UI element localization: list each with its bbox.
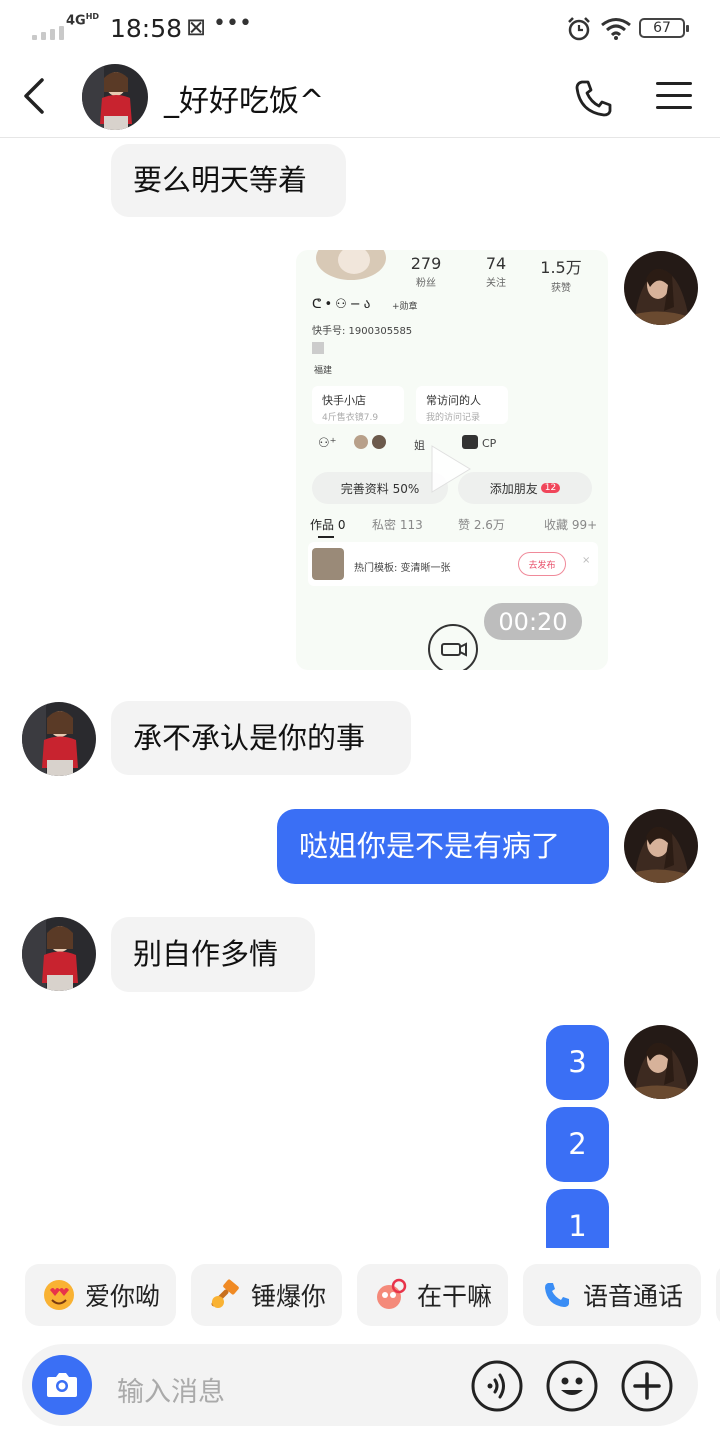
message-input-bar: 输入消息 xyxy=(22,1344,698,1426)
video-camera-icon xyxy=(428,624,478,670)
preview-shop-card: 快手小店 4斤售衣镜7.9 xyxy=(312,386,404,424)
preview-add-friend: 添加朋友 12 xyxy=(458,472,592,504)
preview-tab: 私密 113 xyxy=(372,518,423,532)
my-avatar[interactable] xyxy=(624,809,698,883)
quick-reply-label: 锤爆你 xyxy=(251,1282,327,1311)
preview-stat: 1.5万 获赞 xyxy=(540,258,582,294)
preview-stat: 74 关注 xyxy=(485,254,507,289)
play-icon[interactable] xyxy=(422,442,476,496)
quick-reply-hammer[interactable]: 锤爆你 xyxy=(191,1264,342,1326)
status-bar: 4GHD 18:58 ⊠ ••• 67 xyxy=(0,0,720,56)
quick-reply-label: 在干嘛 xyxy=(417,1282,493,1311)
preview-stat: 279 粉丝 xyxy=(410,254,442,289)
chat-header: _好好吃饭^ xyxy=(0,56,720,138)
preview-tab-indicator xyxy=(318,536,334,538)
preview-template-text: 热门模板: 变清晰一张 xyxy=(354,563,451,574)
clock: 18:58 xyxy=(110,14,183,43)
emoji-icon[interactable] xyxy=(545,1359,599,1413)
voice-call-icon[interactable] xyxy=(572,76,616,120)
quick-reply-label: 语音通话 xyxy=(583,1282,684,1311)
preview-thumb-icon xyxy=(312,342,324,354)
preview-friend-avatar xyxy=(372,435,386,449)
contact-avatar[interactable] xyxy=(82,64,148,130)
camera-icon xyxy=(47,1373,77,1397)
message-list[interactable]: 要么明天等着 279 粉丝 74 关注 1.5万 获赞 ᕦ•⚇−ა +勋章 快手号: … xyxy=(0,138,720,1248)
battery-indicator: 67 xyxy=(639,18,689,38)
camera-button[interactable] xyxy=(32,1355,92,1415)
message-bubble-incoming[interactable]: 别自作多情 xyxy=(111,917,315,992)
alarm-icon xyxy=(568,17,590,41)
message-bubble-outgoing[interactable]: 2 xyxy=(546,1107,609,1182)
preview-close-icon: × xyxy=(582,555,591,566)
message-bubble-outgoing[interactable]: 1 xyxy=(546,1189,609,1248)
heart-eyes-emoji-icon xyxy=(41,1277,77,1313)
phone-icon xyxy=(539,1277,575,1313)
preview-tab: 收藏 99+ xyxy=(544,518,598,532)
back-arrow-icon[interactable] xyxy=(14,72,54,120)
quick-reply-label: 爱你呦 xyxy=(85,1282,161,1311)
preview-add-user-icon: ⚇⁺ xyxy=(318,436,337,451)
profile-photo-thumbnail xyxy=(316,250,386,280)
wifi-icon xyxy=(601,18,631,40)
preview-tab: 赞 2.6万 xyxy=(458,518,505,532)
preview-template-thumb xyxy=(312,548,344,580)
hammer-emoji-icon xyxy=(207,1277,243,1313)
quick-reply-bar: 爱你呦 锤爆你 在干嘛 语音通话 xyxy=(0,1262,720,1330)
preview-friend-avatar xyxy=(354,435,368,449)
more-notifications-icon: ••• xyxy=(213,11,252,36)
add-attachment-icon[interactable] xyxy=(620,1359,674,1413)
voice-input-icon[interactable] xyxy=(470,1359,524,1413)
preview-id: 快手号: 1900305585 xyxy=(312,326,413,337)
preview-publish-button: 去发布 xyxy=(518,552,566,576)
quick-reply-whatsup[interactable]: 在干嘛 xyxy=(357,1264,508,1326)
screenshot-notification-icon: ⊠ xyxy=(186,13,207,41)
preview-badge: +勋章 xyxy=(392,302,418,312)
quick-reply-love[interactable]: 爱你呦 xyxy=(25,1264,176,1326)
preview-name-glyphs: ᕦ•⚇−ა xyxy=(312,297,374,312)
chat-title: _好好吃饭^ xyxy=(164,84,325,119)
preview-friend-count-badge: 12 xyxy=(540,483,561,493)
message-bubble-outgoing[interactable]: 哒姐你是不是有病了 xyxy=(277,809,609,884)
quick-reply-overflow[interactable] xyxy=(716,1264,720,1326)
my-avatar[interactable] xyxy=(624,251,698,325)
message-bubble-incoming[interactable]: 承不承认是你的事 xyxy=(111,701,411,775)
network-type: 4GHD xyxy=(66,12,100,29)
preview-location: 福建 xyxy=(314,366,333,376)
more-menu-icon[interactable] xyxy=(656,80,694,112)
video-duration: 00:20 xyxy=(484,603,582,640)
battery-level: 67 xyxy=(653,20,671,36)
contact-avatar[interactable] xyxy=(22,702,96,776)
my-avatar[interactable] xyxy=(624,1025,698,1099)
preview-visitors-card: 常访问的人 我的访问记录 xyxy=(416,386,508,424)
message-input[interactable]: 输入消息 xyxy=(117,1370,225,1409)
preview-tag: CP xyxy=(482,437,497,450)
message-bubble-outgoing[interactable]: 3 xyxy=(546,1025,609,1100)
message-bubble-incoming[interactable]: 要么明天等着 xyxy=(111,144,346,217)
contact-avatar[interactable] xyxy=(22,917,96,991)
quick-reply-voice-call[interactable]: 语音通话 xyxy=(523,1264,701,1326)
preview-tab: 作品 0 xyxy=(310,518,346,532)
curious-emoji-icon xyxy=(373,1277,409,1313)
